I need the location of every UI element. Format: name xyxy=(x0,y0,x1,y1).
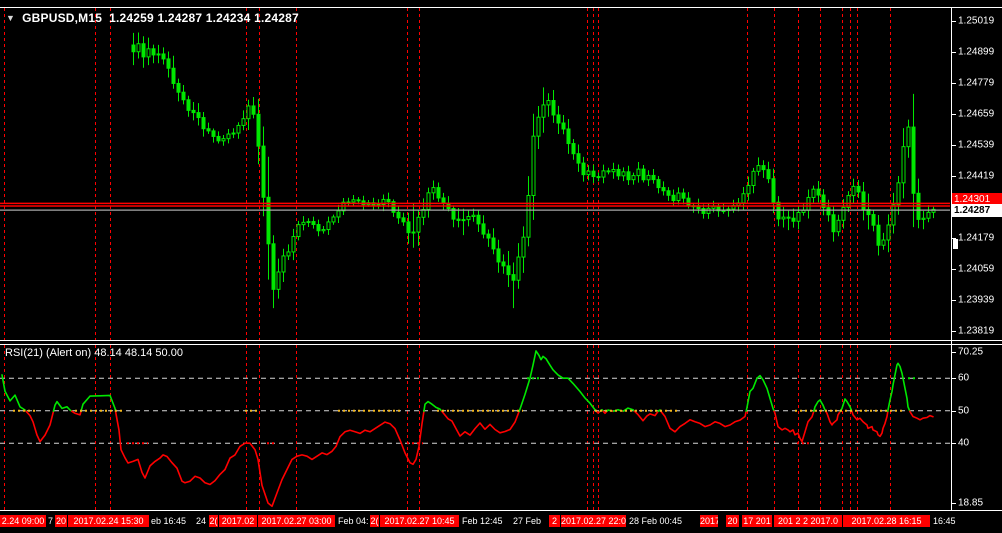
vline-time-tag[interactable]: 2 xyxy=(549,515,560,527)
price-axis-label: 1.24059 xyxy=(958,263,995,275)
time-axis-label: 24 xyxy=(196,516,207,526)
symbol-header: ▼ GBPUSD,M15 1.24259 1.24287 1.24234 1.2… xyxy=(6,11,299,25)
vline-time-tag[interactable]: 2.24 09:00 xyxy=(0,515,46,527)
vline-time-tag[interactable]: 2( xyxy=(209,515,218,527)
vline-time-tag[interactable]: 2017.02 xyxy=(219,515,257,527)
rsi-axis-label: 50 xyxy=(958,405,970,417)
vline-time-tag[interactable]: 201 2 2 2017.0 xyxy=(774,515,842,527)
price-axis-label: 1.24659 xyxy=(958,108,995,120)
vline-time-tag[interactable]: 2017.02.27 22:00 xyxy=(561,515,626,527)
price-axis-label: 1.24539 xyxy=(958,139,995,151)
rsi-level-lines xyxy=(0,377,950,444)
symbol-period-label[interactable]: GBPUSD,M15 xyxy=(22,11,102,25)
vline-time-tag[interactable]: 17 201 xyxy=(742,515,772,527)
pane-separator-bottom[interactable] xyxy=(0,344,1002,345)
price-axis-label: 1.23819 xyxy=(958,325,995,337)
price-axis-label: 1.24899 xyxy=(958,46,995,58)
axis-marker xyxy=(953,239,958,249)
time-axis-label: 27 Feb xyxy=(513,516,542,526)
price-axis-label: 1.24419 xyxy=(958,170,995,182)
vline-time-tag[interactable]: 20 xyxy=(726,515,739,527)
ohlc-values: 1.24259 1.24287 1.24234 1.24287 xyxy=(109,11,299,25)
vline-time-tag[interactable]: 20 xyxy=(55,515,67,527)
vline-time-tag[interactable]: 2017.02.24 15:30 xyxy=(68,515,149,527)
mt4-chart-window: ▼ GBPUSD,M15 1.24259 1.24287 1.24234 1.2… xyxy=(0,0,1002,533)
pane-separator-top[interactable] xyxy=(0,340,1002,341)
rsi-axis-label: 40 xyxy=(958,437,970,449)
rsi-axis-label: 60 xyxy=(958,372,970,384)
rsi-axis-label: 70.25 xyxy=(958,346,984,358)
candlestick-series xyxy=(131,32,936,309)
vline-time-tag[interactable]: 2017.02.27 10:45 xyxy=(380,515,459,527)
top-border xyxy=(0,7,1002,8)
chevron-down-icon[interactable]: ▼ xyxy=(6,13,15,23)
time-axis-separator xyxy=(0,510,1002,511)
price-axis-label: 1.23939 xyxy=(958,294,995,306)
time-axis-label: 28 Feb 00:45 xyxy=(629,516,683,526)
price-axis-border xyxy=(951,7,952,511)
time-axis-label: 16:45 xyxy=(933,516,956,526)
time-axis-label: eb 16:45 xyxy=(151,516,187,526)
rsi-axis-label: 18.85 xyxy=(958,497,984,509)
rsi-indicator-label: RSI(21) (Alert on) 48.14 48.14 50.00 xyxy=(5,347,183,359)
time-axis-label: 7 xyxy=(48,516,54,526)
rsi-line xyxy=(1,350,934,508)
price-axis-label: 1.24179 xyxy=(958,232,995,244)
price-axis-label: 1.24779 xyxy=(958,77,995,89)
vline-time-tag[interactable]: 2( xyxy=(370,515,379,527)
price-axis-label: 1.25019 xyxy=(958,15,995,27)
time-axis-label: Feb 04: xyxy=(338,516,369,526)
vline-time-tag[interactable]: 2017. xyxy=(700,515,718,527)
bid-price-tag: 1.24287 xyxy=(952,204,1002,217)
chart-canvas[interactable] xyxy=(0,0,1002,533)
time-axis-label: Feb 12:45 xyxy=(462,516,503,526)
vline-time-tag[interactable]: 2017.02.27 03:00 xyxy=(258,515,335,527)
vline-time-tag[interactable]: 2017.02.28 16:15 xyxy=(843,515,930,527)
vertical-alert-lines[interactable] xyxy=(4,8,891,510)
